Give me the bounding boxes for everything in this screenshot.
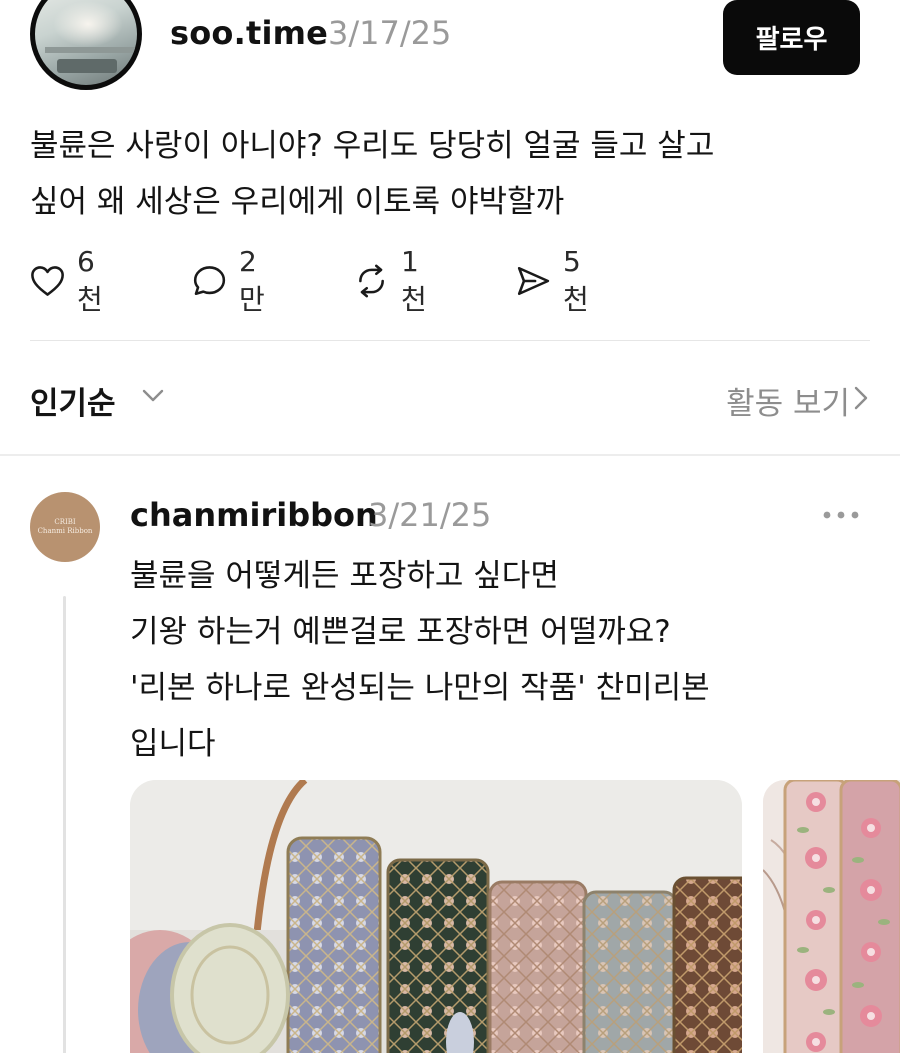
comment-icon <box>193 266 226 296</box>
reply-body-line: 불륜을 어떻게든 포장하고 싶다면 <box>130 558 559 594</box>
heart-icon <box>31 266 64 296</box>
ribbon-pink-photo <box>763 780 900 1053</box>
repost-icon <box>359 264 384 298</box>
ribbon-rolls-photo <box>130 780 742 1053</box>
chevron-down-icon[interactable] <box>138 380 168 410</box>
post-date: 3/17/25 <box>328 14 452 52</box>
reply-body-line: '리본 하나로 완성되는 나만의 작품' 찬미리본 <box>130 670 710 706</box>
reply-image-ribbons-2[interactable] <box>763 780 900 1053</box>
repost-count: 1천 <box>401 244 427 316</box>
follow-button[interactable]: 팔로우 <box>723 0 860 75</box>
chevron-right-icon[interactable] <box>852 384 870 412</box>
share-count: 5천 <box>563 244 589 316</box>
thread-line <box>63 596 66 1053</box>
reply-author-avatar[interactable]: CRIBI Chanmi Ribbon <box>30 492 100 562</box>
like-count: 6천 <box>77 244 103 316</box>
comment-button[interactable]: 2만 <box>192 245 274 316</box>
sort-dropdown[interactable]: 인기순 <box>30 378 116 423</box>
reply-date: 3/21/25 <box>368 496 492 534</box>
avatar-logo-text: Chanmi Ribbon <box>37 527 93 535</box>
divider <box>0 454 900 456</box>
reply-body-line: 입니다 <box>130 726 216 762</box>
reply-image-ribbons[interactable] <box>130 780 742 1053</box>
reply-body: 불륜을 어떻게든 포장하고 싶다면 기왕 하는거 예쁜걸로 포장하면 어떨까요?… <box>130 548 870 772</box>
comment-count: 2만 <box>239 244 265 316</box>
post-body-line: 불륜은 사랑이 아니야? 우리도 당당히 얼굴 들고 살고 <box>30 128 715 164</box>
avatar-logo-text: CRIBI <box>54 518 76 526</box>
more-options-icon[interactable] <box>822 509 860 521</box>
reply-author-name[interactable]: chanmiribbon <box>130 496 378 534</box>
repost-button[interactable]: 1천 <box>354 245 436 316</box>
post-author-name[interactable]: soo.time <box>170 14 328 52</box>
reply-body-line: 기왕 하는거 예쁜걸로 포장하면 어떨까요? <box>130 614 671 650</box>
post-author-avatar[interactable] <box>30 0 142 90</box>
share-icon <box>517 266 550 296</box>
thread-page: soo.time 3/17/25 팔로우 불륜은 사랑이 아니야? 우리도 당당… <box>0 0 900 1053</box>
post-body-line: 싶어 왜 세상은 우리에게 이토록 야박할까 <box>30 184 565 220</box>
sort-bar: 인기순 활동 보기 <box>30 372 870 426</box>
share-button[interactable]: 5천 <box>516 245 598 316</box>
view-activity-link[interactable]: 활동 보기 <box>726 378 850 423</box>
like-button[interactable]: 6천 <box>30 245 112 316</box>
divider <box>30 340 870 341</box>
post-body: 불륜은 사랑이 아니야? 우리도 당당히 얼굴 들고 살고 싶어 왜 세상은 우… <box>30 118 870 230</box>
